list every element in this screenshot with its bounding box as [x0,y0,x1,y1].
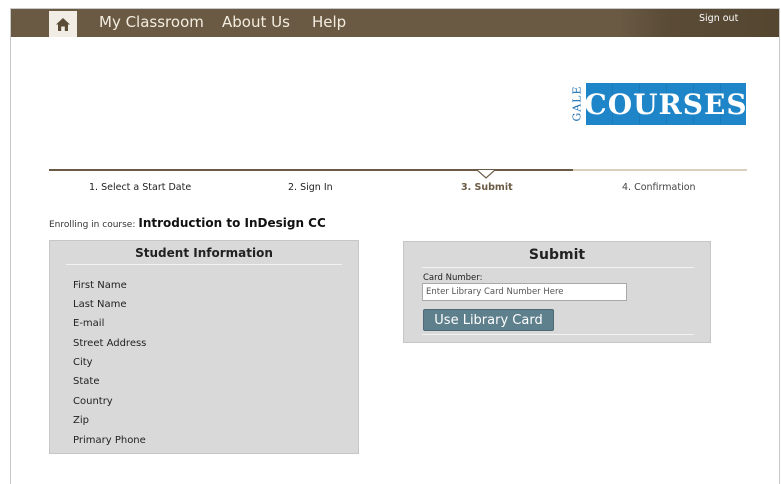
card-number-input[interactable] [422,283,627,301]
submit-title: Submit [528,247,586,263]
nav-about-us[interactable]: About Us [222,13,290,31]
current-step-caret-icon [477,169,495,179]
card-number-label: Card Number: [423,273,483,283]
steps-remaining-line [573,169,747,171]
step-select-start-date: 1. Select a Start Date [89,182,192,193]
nav-help[interactable]: Help [312,13,346,31]
panel-divider [66,264,342,265]
student-information-panel: Student Information First Name Last Name… [49,240,359,454]
logo-gale: GALE [568,83,586,125]
logo-gale-text: GALE [570,85,584,122]
field-first-name: First Name [73,280,127,291]
nav-my-classroom[interactable]: My Classroom [99,13,204,31]
home-icon [56,17,70,31]
step-sign-in: 2. Sign In [288,182,333,193]
page-frame: My Classroom About Us Help Sign out GALE… [10,8,780,484]
step-submit: 3. Submit [461,182,513,193]
field-primary-phone: Primary Phone [73,435,146,446]
sign-out-link[interactable]: Sign out [699,13,738,24]
field-country: Country [73,396,113,407]
submit-panel: Submit Card Number: Use Library Card [403,241,711,343]
enrolling-prefix: Enrolling in course: [49,220,136,230]
enrolling-course: Enrolling in course: Introduction to InDe… [49,216,326,230]
panel-divider-bottom [422,334,694,335]
field-email: E-mail [73,318,105,329]
course-title: Introduction to InDesign CC [138,216,326,230]
step-confirmation: 4. Confirmation [622,182,696,193]
logo-courses: COURSES [584,83,747,125]
top-navbar: My Classroom About Us Help Sign out [11,9,779,37]
field-last-name: Last Name [73,299,127,310]
use-library-card-button[interactable]: Use Library Card [423,309,554,331]
field-zip: Zip [73,415,89,426]
field-city: City [73,357,93,368]
field-street-address: Street Address [73,338,147,349]
home-button[interactable] [49,11,77,37]
field-state: State [73,376,100,387]
student-information-title: Student Information [135,246,273,260]
panel-divider [422,267,694,268]
gale-courses-logo: GALE COURSES [568,83,747,125]
